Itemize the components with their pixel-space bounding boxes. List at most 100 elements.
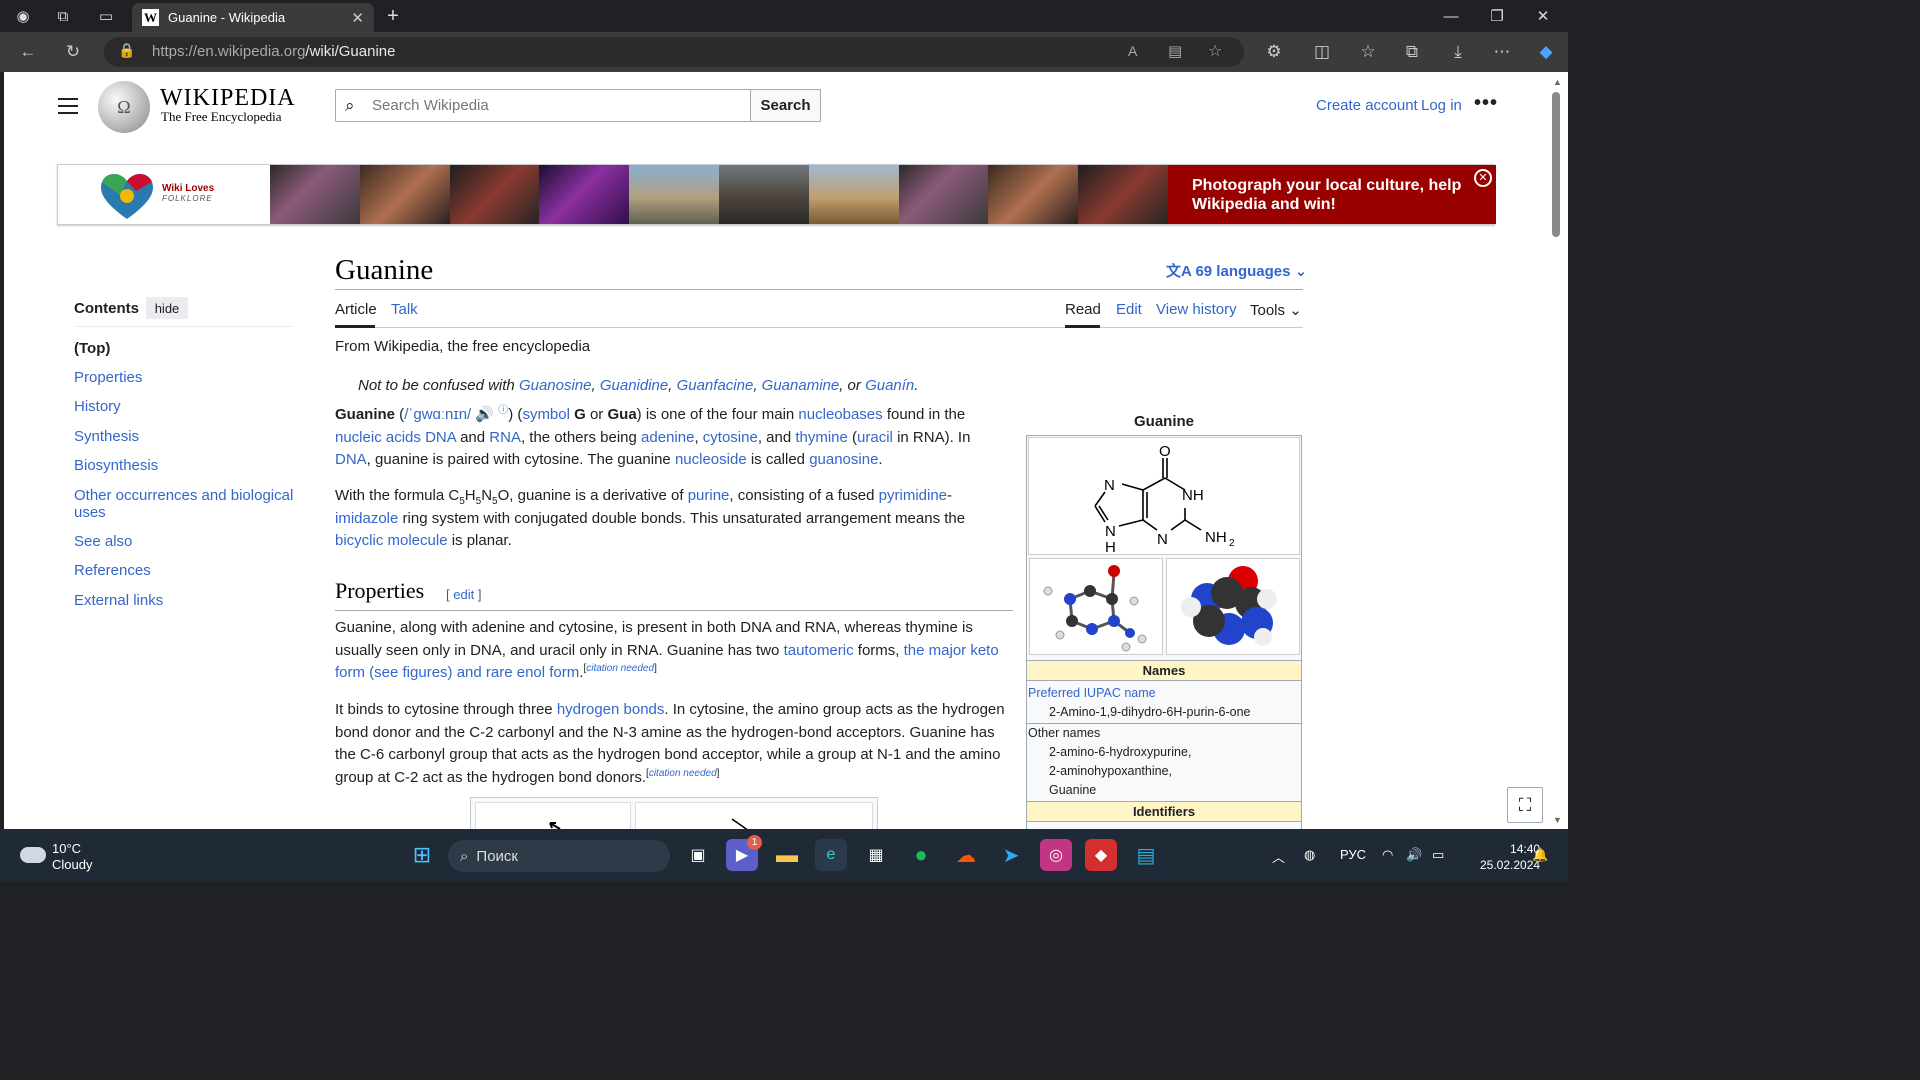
store-icon[interactable]: ▦ [860, 839, 892, 871]
teams-icon[interactable]: ▶ 1 [726, 835, 762, 871]
back-icon[interactable]: ← [16, 41, 40, 63]
toc-item-references[interactable]: References [74, 562, 304, 579]
personal-tools-more-icon[interactable]: ••• [1474, 92, 1498, 115]
tab-view-history[interactable]: View history [1156, 301, 1237, 318]
toc-item-biosynthesis[interactable]: Biosynthesis [74, 457, 304, 474]
task-view-icon[interactable]: ▣ [682, 839, 714, 871]
tray-overflow-icon[interactable]: ︿ [1272, 847, 1285, 866]
tab-read[interactable]: Read [1065, 301, 1101, 318]
properties-paragraph-2: It binds to cytosine through three hydro… [335, 701, 1005, 786]
figure-image-1[interactable] [475, 802, 631, 829]
instagram-icon[interactable]: ◎ [1040, 839, 1072, 871]
close-tab-icon[interactable]: ✕ [351, 9, 364, 27]
page-scrollbar[interactable]: ▲ ▼ [1548, 72, 1568, 829]
other-name-1: 2-amino-6-hydroxypurine, [1049, 745, 1192, 759]
notifications-bell-icon[interactable]: 🔔 [1532, 847, 1548, 863]
extensions-icon[interactable]: ⚙ [1262, 41, 1286, 63]
volume-icon[interactable]: 🔊 [1406, 847, 1422, 863]
close-window-button[interactable]: ✕ [1520, 0, 1566, 32]
login-link[interactable]: Log in [1421, 97, 1462, 114]
campaign-banner[interactable]: Wiki Loves FOLKLORE Photograph your local… [57, 164, 1496, 225]
info-icon[interactable]: ⓘ [498, 405, 508, 416]
spotify-icon[interactable]: ● [905, 839, 937, 871]
soundcloud-icon[interactable]: ☁ [950, 839, 982, 871]
section-edit-link[interactable]: [ edit ] [446, 587, 481, 602]
infobox-caption: Guanine [1133, 413, 1194, 430]
security-icon[interactable]: ◍ [1304, 847, 1315, 863]
scrollbar-thumb[interactable] [1552, 92, 1560, 237]
infobox: O N NH N NH 2 NH Names Preferred IUPAC n… [1026, 435, 1302, 829]
telegram-icon[interactable]: ➤ [995, 839, 1027, 871]
toc-item-history[interactable]: History [74, 398, 304, 415]
lock-icon[interactable]: 🔒 [118, 42, 135, 59]
profile-icon[interactable]: ◉ [12, 5, 34, 27]
url-text[interactable]: https://en.wikipedia.org/wiki/Guanine [152, 43, 395, 60]
read-aloud-icon[interactable]: A [1128, 43, 1137, 59]
split-screen-icon[interactable]: ◫ [1310, 41, 1334, 63]
restore-button[interactable]: ❐ [1474, 0, 1520, 32]
banner-cta[interactable]: Photograph your local culture, help Wiki… [1168, 165, 1496, 224]
title-divider [335, 289, 1303, 290]
address-bar[interactable]: 🔒 https://en.wikipedia.org/wiki/Guanine … [104, 37, 1244, 67]
refresh-icon[interactable]: ↻ [61, 41, 85, 63]
search-icon: ⌕ [460, 847, 469, 865]
tab-article[interactable]: Article [335, 301, 377, 318]
language-selector[interactable]: 文A 69 languages ⌄ [1166, 260, 1307, 281]
scroll-up-icon[interactable]: ▲ [1553, 77, 1562, 87]
favorite-star-icon[interactable]: ☆ [1208, 41, 1222, 61]
app-icon[interactable]: ◆ [1085, 839, 1117, 871]
search-input[interactable]: ⌕ Search Wikipedia [335, 89, 751, 122]
collections-icon[interactable]: ⧉ [1400, 41, 1424, 63]
tab-edit[interactable]: Edit [1116, 301, 1142, 318]
copilot-icon[interactable]: ◆ [1534, 41, 1558, 63]
favorites-icon[interactable]: ☆ [1356, 41, 1380, 63]
search-button[interactable]: Search [750, 89, 821, 122]
notepad-icon[interactable]: ▤ [1130, 839, 1162, 871]
space-filling-image[interactable] [1166, 558, 1300, 655]
section-divider [335, 610, 1013, 611]
toc-hide-button[interactable]: hide [146, 297, 188, 319]
main-menu-icon[interactable] [58, 98, 78, 114]
tools-menu[interactable]: Tools ⌄ [1250, 301, 1302, 319]
fullscreen-icon[interactable]: ⛶ [1507, 787, 1543, 823]
edge-icon[interactable]: e [815, 839, 847, 871]
start-icon[interactable]: ⊞ [406, 839, 438, 871]
wikipedia-wordmark[interactable]: WIKIPEDIA [160, 85, 296, 112]
toc-item-other-occurrences[interactable]: Other occurrences and biological uses [74, 487, 294, 521]
ball-and-stick-image[interactable] [1029, 558, 1163, 655]
immersive-reader-icon[interactable]: ▤ [1168, 42, 1182, 60]
svg-text:2: 2 [1229, 538, 1235, 549]
chevron-down-icon: ⌄ [1289, 302, 1302, 319]
toc-item-see-also[interactable]: See also [74, 533, 304, 550]
wikipedia-globe-logo[interactable]: Ω [98, 81, 150, 133]
scroll-down-icon[interactable]: ▼ [1553, 815, 1562, 825]
toc-item-external-links[interactable]: External links [74, 592, 304, 609]
iupac-name-link[interactable]: Preferred IUPAC name [1028, 684, 1156, 703]
battery-icon[interactable]: ▭ [1432, 847, 1444, 863]
input-language[interactable]: РУС [1340, 847, 1366, 862]
settings-more-icon[interactable]: ⋯ [1490, 41, 1514, 63]
toc-item-synthesis[interactable]: Synthesis [74, 428, 304, 445]
guanine-structure-image[interactable]: O N NH N NH 2 NH [1028, 437, 1300, 556]
tab-talk[interactable]: Talk [391, 301, 418, 318]
file-explorer-icon[interactable]: ▬ [771, 839, 803, 871]
tab-actions-icon[interactable]: ▭ [95, 5, 117, 27]
browser-tab[interactable]: W Guanine - Wikipedia ✕ [132, 3, 374, 32]
figure-image-2[interactable] [635, 802, 873, 829]
speaker-icon[interactable]: 🔊 [475, 406, 494, 423]
infobox-identifiers-header: Identifiers [1027, 801, 1301, 822]
new-tab-icon[interactable]: + [382, 5, 404, 27]
create-account-link[interactable]: Create account [1316, 97, 1418, 114]
workspaces-icon[interactable]: ⧉ [52, 5, 74, 27]
other-name-2: 2-aminohypoxanthine, [1049, 764, 1172, 778]
taskbar-search[interactable]: ⌕ Поиск [448, 840, 670, 872]
other-names-label: Other names [1028, 726, 1101, 740]
toc-item-top[interactable]: (Top) [74, 340, 304, 357]
downloads-icon[interactable]: ⤓ [1446, 41, 1470, 63]
notification-badge: 1 [747, 835, 762, 850]
tautomer-figure [470, 797, 878, 829]
wifi-icon[interactable]: ◠ [1382, 847, 1393, 863]
toc-item-properties[interactable]: Properties [74, 369, 304, 386]
close-banner-icon[interactable]: ✕ [1474, 169, 1492, 187]
minimize-button[interactable]: — [1428, 0, 1474, 32]
